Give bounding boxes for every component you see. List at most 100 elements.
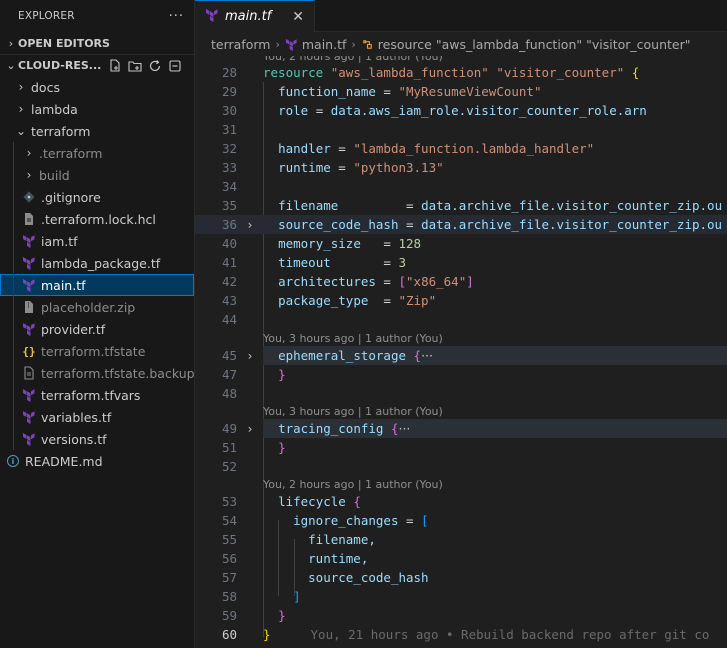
code-line-folded: 49 › tracing_config {···	[195, 419, 727, 438]
chevron-right-icon: ›	[18, 102, 24, 116]
code-line: 54 ignore_changes = [	[221, 513, 429, 528]
indent-guide	[13, 362, 14, 384]
code-line: 41 timeout = 3	[221, 255, 407, 270]
file-versions-tf[interactable]: versions.tf	[0, 428, 194, 450]
folder-build[interactable]: › build	[0, 164, 194, 186]
breadcrumb-file[interactable]: main.tf	[302, 37, 347, 52]
fold-chevron-icon[interactable]: ›	[237, 422, 263, 436]
code-line: 58 ]	[221, 589, 301, 604]
refresh-icon[interactable]	[148, 59, 162, 73]
fold-chevron-icon[interactable]: ›	[237, 218, 263, 232]
indent-guide	[13, 296, 14, 318]
tree-item-label: .terraform.lock.hcl	[41, 211, 156, 227]
terraform-icon	[22, 278, 36, 292]
terraform-icon	[22, 410, 36, 424]
file-lambda-package-tf[interactable]: lambda_package.tf	[0, 252, 194, 274]
indent-guide	[13, 318, 14, 340]
tree-item-label: main.tf	[41, 277, 86, 293]
code-line: 59 }	[221, 608, 286, 623]
tree-item-label: variables.tf	[41, 409, 112, 425]
terraform-icon	[22, 256, 36, 270]
code-line: 47 }	[221, 367, 286, 382]
code-editor[interactable]: You, 2 hours ago | 1 author (You) 28 res…	[195, 56, 727, 648]
workspace-root-section[interactable]: ⌄ CLOUD-RES...	[0, 54, 194, 76]
code-line: 51 }	[221, 440, 286, 455]
file-tree: › docs › lambda ⌄ terraform › .terraform › build.…	[0, 76, 194, 472]
new-folder-icon[interactable]	[128, 59, 142, 73]
open-editors-section[interactable]: › OPEN EDITORS	[0, 32, 194, 54]
indent-guide	[13, 340, 14, 362]
indent-guide	[13, 186, 14, 208]
breadcrumb-symbol[interactable]: resource "aws_lambda_function" "visitor_…	[378, 37, 691, 52]
tab-label: main.tf	[225, 9, 272, 24]
folded-ellipsis[interactable]: ···	[398, 421, 410, 436]
chevron-right-icon: ›	[8, 36, 14, 50]
indent-guide	[13, 384, 14, 406]
indent-guide	[13, 208, 14, 230]
file-placeholder-zip[interactable]: placeholder.zip	[0, 296, 194, 318]
more-actions-icon[interactable]: ···	[169, 9, 184, 24]
breadcrumb-folder[interactable]: terraform	[211, 37, 270, 52]
tree-item-label: terraform.tfstate.backup	[41, 365, 195, 381]
file-provider-tf[interactable]: provider.tf	[0, 318, 194, 340]
tree-item-label: lambda_package.tf	[41, 255, 161, 271]
file-gitignore[interactable]: .gitignore	[0, 186, 194, 208]
chevron-right-icon: ›	[351, 37, 356, 51]
file-terraform-tfstate[interactable]: {} terraform.tfstate	[0, 340, 194, 362]
terraform-icon	[22, 322, 36, 336]
folder-terraform[interactable]: › .terraform	[0, 142, 194, 164]
code-line: 40 memory_size = 128	[221, 236, 422, 251]
terraform-icon	[205, 8, 219, 26]
file-terraform-tfvars[interactable]: terraform.tfvars	[0, 384, 194, 406]
code-line: 33 runtime = "python3.13"	[221, 160, 444, 175]
chevron-right-icon: ›	[26, 168, 32, 182]
breadcrumb: terraform › main.tf › resource "aws_lamb…	[195, 32, 727, 56]
code-line: 31	[221, 122, 237, 137]
terraform-icon	[285, 38, 298, 51]
tree-item-label: build	[39, 167, 70, 183]
symbol-resource-icon	[361, 38, 374, 51]
tree-item-label: iam.tf	[41, 233, 78, 249]
file-terraform-lock-hcl[interactable]: .terraform.lock.hcl	[0, 208, 194, 230]
inline-blame[interactable]: You, 21 hours ago • Rebuild backend repo…	[311, 627, 710, 642]
file-iam-tf[interactable]: iam.tf	[0, 230, 194, 252]
zip-icon	[22, 300, 36, 314]
json-icon: {}	[22, 344, 36, 358]
tree-item-label: versions.tf	[41, 431, 107, 447]
code-line: 53 lifecycle {	[221, 494, 361, 509]
code-line: 32 handler = "lambda_function.lambda_han…	[221, 141, 595, 156]
folder-docs[interactable]: › docs	[0, 76, 194, 98]
tree-item-label: lambda	[31, 101, 78, 117]
terraform-icon	[22, 432, 36, 446]
indent-guide	[13, 252, 14, 274]
file-terraform-tfstate-backup[interactable]: terraform.tfstate.backup	[0, 362, 194, 384]
tree-item-label: .terraform	[39, 145, 103, 161]
folder-terraform[interactable]: ⌄ terraform	[0, 120, 194, 142]
tree-item-label: README.md	[25, 453, 103, 469]
code-line: 28 resource "aws_lambda_function" "visit…	[221, 65, 640, 80]
file-readme-md[interactable]: i README.md	[0, 450, 194, 472]
indent-guide	[13, 230, 14, 252]
lock-file-icon	[22, 212, 36, 226]
file-main-tf[interactable]: main.tf	[0, 274, 194, 296]
folded-ellipsis[interactable]: ···	[421, 348, 433, 363]
indent-guide	[13, 274, 14, 296]
close-icon[interactable]: ✕	[292, 9, 304, 25]
tab-main-tf[interactable]: main.tf ✕	[195, 0, 315, 32]
new-file-icon[interactable]	[108, 58, 122, 73]
fold-chevron-icon[interactable]: ›	[237, 349, 263, 363]
collapse-all-icon[interactable]	[168, 59, 182, 73]
code-line: 35 filename = data.archive_file.visitor_…	[221, 198, 723, 213]
indent-guide	[13, 406, 14, 428]
indent-guide	[13, 428, 14, 450]
git-icon	[22, 190, 36, 204]
code-line: 57 source_code_hash	[221, 570, 429, 585]
tree-item-label: .gitignore	[41, 189, 101, 205]
code-line: 55 filename,	[221, 532, 376, 547]
file-variables-tf[interactable]: variables.tf	[0, 406, 194, 428]
tree-item-label: terraform	[31, 123, 91, 139]
explorer-title: EXPLORER	[18, 10, 75, 22]
code-line: 43 package_type = "Zip"	[221, 293, 437, 308]
code-line-folded: 36 › source_code_hash = data.archive_file…	[195, 215, 727, 234]
folder-lambda[interactable]: › lambda	[0, 98, 194, 120]
